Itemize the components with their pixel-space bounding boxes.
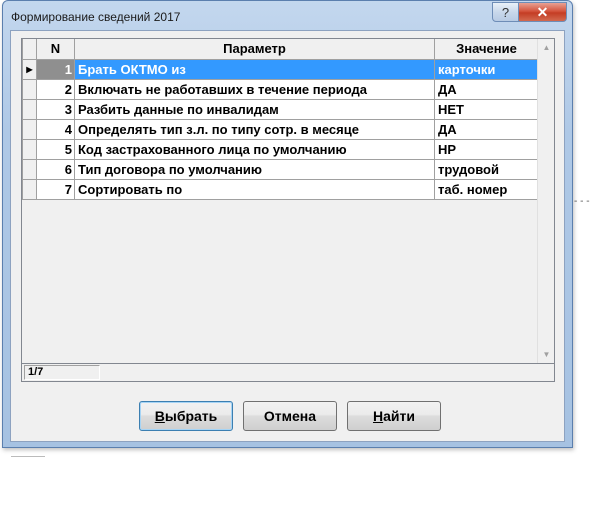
cancel-button-label: Отмена [263, 408, 317, 424]
title-buttons: ? ✕ [492, 2, 567, 22]
dialog-client-area: N Параметр Значение ▶ 1 Брать ОКТМО из к… [10, 30, 565, 442]
table-row[interactable]: 4 Определять тип з.л. по типу сотр. в ме… [22, 118, 539, 140]
dialog-window: Формирование сведений 2017 ? ✕ N Парамет… [2, 0, 573, 448]
table-row[interactable]: 6 Тип договора по умолчанию трудовой [22, 158, 539, 180]
record-position: 1/7 [24, 365, 100, 380]
select-button-label: ыбрать [164, 408, 218, 424]
table-row[interactable]: 3 Разбить данные по инвалидам НЕТ [22, 98, 539, 120]
row-value[interactable]: ДА [434, 78, 539, 100]
header-row: N Параметр Значение [22, 39, 539, 60]
row-value[interactable]: трудовой [434, 158, 539, 180]
window-title: Формирование сведений 2017 [11, 10, 181, 24]
table-row[interactable]: ▶ 1 Брать ОКТМО из карточки [22, 58, 539, 80]
table-row[interactable]: 5 Код застрахованного лица по умолчанию … [22, 138, 539, 160]
vertical-scrollbar[interactable]: ▲ ▼ [537, 39, 554, 363]
current-row-triangle-icon: ▶ [26, 64, 33, 74]
cancel-button[interactable]: Отмена [243, 401, 337, 431]
scroll-down-arrow-icon[interactable]: ▼ [538, 346, 554, 363]
select-button-hotkey: В [154, 408, 165, 424]
row-indicator-cell [22, 158, 37, 180]
row-parameter[interactable]: Тип договора по умолчанию [74, 158, 435, 180]
row-parameter[interactable]: Код застрахованного лица по умолчанию [74, 138, 435, 160]
row-value[interactable]: НЕТ [434, 98, 539, 120]
row-parameter[interactable]: Включать не работавших в течение периода [74, 78, 435, 100]
row-parameter[interactable]: Разбить данные по инвалидам [74, 98, 435, 120]
row-number: 6 [36, 158, 75, 180]
row-number: 3 [36, 98, 75, 120]
row-number: 5 [36, 138, 75, 160]
row-value[interactable]: ДА [434, 118, 539, 140]
grid-status-bar: 1/7 [21, 364, 555, 382]
row-number: 7 [36, 178, 75, 200]
find-button-label: айти [383, 408, 415, 424]
background-artifact [11, 456, 45, 459]
scroll-up-arrow-icon[interactable]: ▲ [538, 39, 554, 56]
close-icon: ✕ [536, 3, 549, 20]
column-header-value[interactable]: Значение [434, 39, 539, 60]
row-number: 1 [36, 58, 75, 80]
column-header-parameter[interactable]: Параметр [74, 39, 435, 60]
parameters-grid[interactable]: N Параметр Значение ▶ 1 Брать ОКТМО из к… [21, 38, 555, 364]
row-indicator-cell [22, 98, 37, 120]
row-indicator-cell [22, 178, 37, 200]
help-button[interactable]: ? [492, 2, 519, 22]
help-icon: ? [501, 4, 510, 20]
table-body: ▶ 1 Брать ОКТМО из карточки 2 Включать н… [22, 58, 539, 200]
row-parameter[interactable]: Определять тип з.л. по типу сотр. в меся… [74, 118, 435, 140]
row-value[interactable]: карточки [434, 58, 539, 80]
row-indicator-cell [22, 138, 37, 160]
find-button[interactable]: Найти [347, 401, 441, 431]
row-parameter[interactable]: Сортировать по [74, 178, 435, 200]
find-button-hotkey: Н [373, 408, 384, 424]
row-indicator-cell [22, 118, 37, 140]
row-indicator-cell: ▶ [22, 58, 37, 80]
row-value[interactable]: таб. номер [434, 178, 539, 200]
background-dashes: - - - [574, 196, 590, 207]
row-number: 2 [36, 78, 75, 100]
column-header-n[interactable]: N [36, 39, 75, 60]
close-button[interactable]: ✕ [519, 2, 567, 22]
row-indicator-cell [22, 78, 37, 100]
title-bar[interactable]: Формирование сведений 2017 ? ✕ [3, 1, 572, 31]
row-parameter[interactable]: Брать ОКТМО из [74, 58, 435, 80]
header-indicator-cell [22, 39, 37, 60]
table-row[interactable]: 2 Включать не работавших в течение перио… [22, 78, 539, 100]
parameters-table: N Параметр Значение ▶ 1 Брать ОКТМО из к… [22, 39, 539, 200]
row-value[interactable]: НР [434, 138, 539, 160]
select-button[interactable]: Выбрать [139, 401, 233, 431]
row-number: 4 [36, 118, 75, 140]
table-row[interactable]: 7 Сортировать по таб. номер [22, 178, 539, 200]
